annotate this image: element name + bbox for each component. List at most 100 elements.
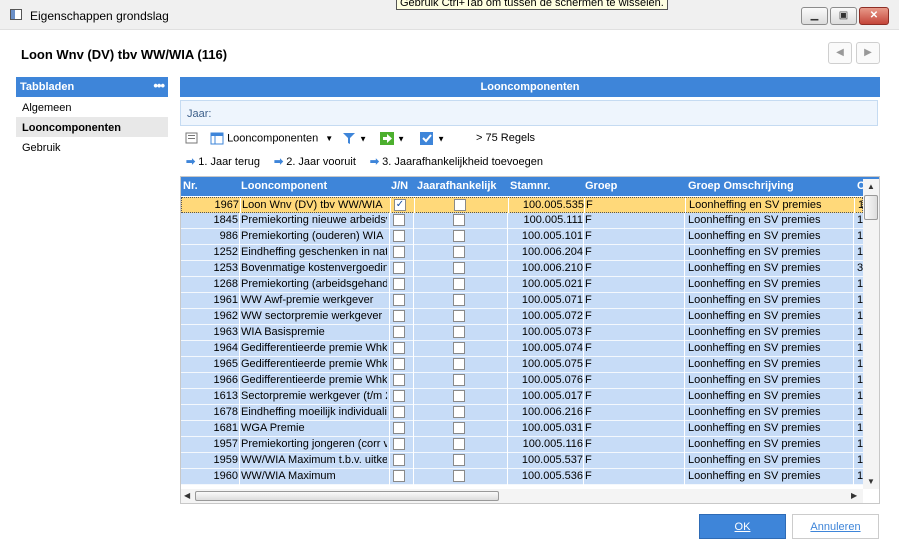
minimize-button[interactable]: ▁ [801, 7, 828, 25]
cancel-button[interactable]: Annuleren [792, 514, 879, 539]
column-nr[interactable]: Nr. [183, 180, 198, 192]
jaarafhankelijk-checkbox[interactable] [453, 310, 465, 322]
table-row[interactable]: 1957 Premiekorting jongeren (corr vo 100.0… [181, 437, 863, 453]
add-year-dependency-link[interactable]: ➡ 3. Jaarafhankelijkheid toevoegen [370, 155, 543, 168]
jn-checkbox[interactable] [393, 246, 405, 258]
jaarafhankelijk-checkbox[interactable] [453, 454, 465, 466]
jaarafhankelijk-checkbox[interactable] [453, 294, 465, 306]
filter-button[interactable]: ▼ [342, 132, 367, 145]
jn-checkbox[interactable] [393, 406, 405, 418]
jn-checkbox[interactable] [393, 422, 405, 434]
jaarafhankelijk-checkbox[interactable] [453, 422, 465, 434]
year-back-link[interactable]: ➡ 1. Jaar terug [186, 155, 260, 168]
column-stamnr[interactable]: Stamnr. [510, 180, 550, 192]
previous-button[interactable]: ◀ [828, 42, 852, 64]
jaarafhankelijk-checkbox[interactable] [453, 230, 465, 242]
ok-button[interactable]: OK [699, 514, 786, 539]
jaarafhankelijk-checkbox[interactable] [453, 342, 465, 354]
jaarafhankelijk-checkbox[interactable] [453, 246, 465, 258]
jn-checkbox[interactable] [393, 358, 405, 370]
table-row[interactable]: 1268 Premiekorting (arbeidsgehandi 100.005… [181, 277, 863, 293]
table-row[interactable]: 1845 Premiekorting nieuwe arbeidsv 100.005… [181, 213, 863, 229]
horizontal-scrollbar[interactable]: ◀ ▶ [181, 489, 863, 503]
jaarafhankelijk-checkbox[interactable] [453, 374, 465, 386]
view-selector[interactable]: Looncomponenten ▼ [210, 132, 333, 145]
table-row[interactable]: 1963 WIA Basispremie 100.005.073 F Loonheffi… [181, 325, 863, 341]
jaarafhankelijk-checkbox[interactable] [453, 438, 465, 450]
table-row[interactable]: 1962 WW sectorpremie werkgever 100.005.072… [181, 309, 863, 325]
table-row[interactable]: 986 Premiekorting (ouderen) WIA 100.005.10… [181, 229, 863, 245]
close-button[interactable]: ✕ [859, 7, 889, 25]
jn-checkbox[interactable] [393, 294, 405, 306]
vertical-scrollbar[interactable]: ▲ ▼ [863, 179, 879, 489]
jaarafhankelijk-checkbox[interactable] [453, 278, 465, 290]
cell-stamnr: 100.005.076 [521, 374, 583, 386]
column-groep-omschrijving[interactable]: Groep Omschrijving [688, 180, 794, 192]
table-row[interactable]: 1253 Bovenmatige kostenvergoedin 100.006.2… [181, 261, 863, 277]
table-row[interactable]: 1678 Eindheffing moeilijk individualis 100… [181, 405, 863, 421]
scroll-right-icon[interactable]: ▶ [851, 491, 857, 500]
grid-icon [210, 132, 224, 145]
next-button[interactable]: ▶ [856, 42, 880, 64]
column-jaarafhankelijk[interactable]: Jaarafhankelijk [417, 180, 497, 192]
jn-checkbox[interactable] [393, 278, 405, 290]
scroll-thumb[interactable] [195, 491, 499, 501]
cell-stamnr: 100.005.535 [522, 199, 584, 211]
export-icon[interactable] [185, 132, 199, 145]
jn-checkbox[interactable] [393, 454, 405, 466]
scroll-thumb[interactable] [864, 195, 878, 220]
jaarafhankelijk-checkbox[interactable] [453, 470, 465, 482]
chevron-down-icon: ▼ [325, 134, 334, 144]
jaarafhankelijk-checkbox[interactable] [453, 214, 465, 226]
table-row[interactable]: 1613 Sectorpremie werkgever (t/m 2 100.005… [181, 389, 863, 405]
cell-name: Gedifferentieerde premie Whk [241, 358, 387, 370]
cell-groep: F [585, 470, 592, 482]
jaarafhankelijk-checkbox[interactable] [454, 199, 466, 211]
scroll-left-icon[interactable]: ◀ [184, 491, 190, 500]
sidebar-item-looncomponenten[interactable]: Looncomponenten [16, 117, 168, 137]
jaarafhankelijk-checkbox[interactable] [453, 262, 465, 274]
sidebar-item-gebruik[interactable]: Gebruik [16, 137, 168, 157]
column-looncomponent[interactable]: Looncomponent [241, 180, 327, 192]
table-row[interactable]: 1964 Gedifferentieerde premie Whk 100.005.… [181, 341, 863, 357]
jaarafhankelijk-checkbox[interactable] [453, 406, 465, 418]
table-row[interactable]: 1959 WW/WIA Maximum t.b.v. uitke 100.005.5… [181, 453, 863, 469]
more-options-icon[interactable]: ••• [153, 78, 165, 93]
jn-checkbox[interactable] [393, 310, 405, 322]
jn-checkbox[interactable] [393, 438, 405, 450]
jn-checkbox[interactable] [393, 390, 405, 402]
cell-nr: 1963 [213, 326, 238, 338]
sidebar-item-algemeen[interactable]: Algemeen [16, 97, 168, 117]
scroll-down-icon[interactable]: ▼ [867, 477, 875, 486]
table-row[interactable]: 1961 WW Awf-premie werkgever 100.005.071 F L… [181, 293, 863, 309]
looncomponenten-grid[interactable]: Nr. Looncomponent J/N Jaarafhankelijk St… [180, 176, 880, 504]
column-groep[interactable]: Groep [585, 180, 617, 192]
table-row[interactable]: 1960 WW/WIA Maximum 100.005.536 F Loonheffin… [181, 469, 863, 485]
cell-oms: Loonheffing en SV premies [688, 470, 821, 482]
jn-checkbox[interactable]: ✓ [394, 199, 406, 211]
jn-checkbox[interactable] [393, 470, 405, 482]
jn-checkbox[interactable] [393, 230, 405, 242]
jn-checkbox[interactable] [393, 342, 405, 354]
jn-checkbox[interactable] [393, 214, 405, 226]
scroll-up-icon[interactable]: ▲ [867, 182, 875, 191]
year-filter[interactable]: Jaar: [180, 100, 878, 126]
jaarafhankelijk-checkbox[interactable] [453, 326, 465, 338]
cell-stamnr: 100.005.537 [521, 454, 583, 466]
table-row[interactable]: 1967 Loon Wnv (DV) tbv WW/WIA 100.005.535 F… [181, 197, 864, 214]
maximize-button[interactable]: ▣ [830, 7, 857, 25]
jaarafhankelijk-checkbox[interactable] [453, 390, 465, 402]
table-row[interactable]: 1681 WGA Premie 100.005.031 F Loonheffing en… [181, 421, 863, 437]
table-row[interactable]: 1966 Gedifferentieerde premie Whk 100.005.… [181, 373, 863, 389]
navigate-button[interactable]: ▼ [380, 132, 405, 145]
column-jn[interactable]: J/N [391, 180, 408, 192]
select-button[interactable]: ▼ [420, 132, 445, 145]
jn-checkbox[interactable] [393, 326, 405, 338]
jn-checkbox[interactable] [393, 262, 405, 274]
cell-nr: 1961 [213, 294, 238, 306]
table-row[interactable]: 1252 Eindheffing geschenken in nat 100.006… [181, 245, 863, 261]
table-row[interactable]: 1965 Gedifferentieerde premie Whk 100.005.… [181, 357, 863, 373]
jn-checkbox[interactable] [393, 374, 405, 386]
year-forward-link[interactable]: ➡ 2. Jaar vooruit [274, 155, 356, 168]
jaarafhankelijk-checkbox[interactable] [453, 358, 465, 370]
